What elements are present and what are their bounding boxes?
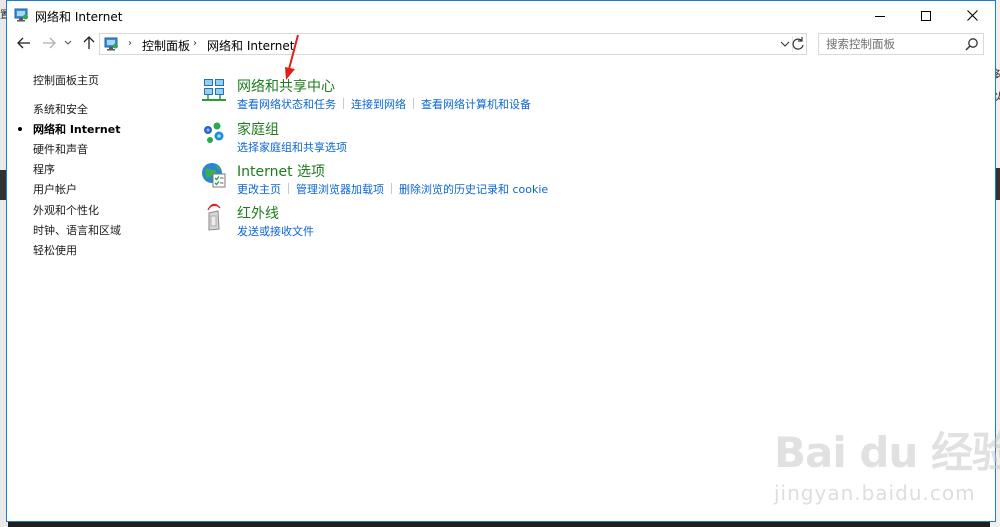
sidebar-item-ease-of-access[interactable]: 轻松使用 — [33, 242, 77, 258]
watermark-url: jingyan.baidu.com — [774, 481, 976, 505]
link-change-home-page[interactable]: 更改主页 — [237, 183, 281, 196]
maximize-button[interactable] — [903, 1, 949, 30]
divider — [413, 98, 414, 109]
breadcrumb-control-panel[interactable]: 控制面板 — [142, 37, 190, 54]
link-manage-add-ons[interactable]: 管理浏览器加载项 — [296, 183, 384, 196]
sidebar-item-hardware-sound[interactable]: 硬件和声音 — [33, 141, 88, 157]
arrow-right-icon — [43, 37, 56, 49]
watermark-logo: Bai du 经验 — [774, 428, 1000, 477]
link-homegroup-sharing-options[interactable]: 选择家庭组和共享选项 — [237, 141, 347, 154]
infrared-icon[interactable] — [200, 203, 228, 231]
search-box[interactable] — [818, 33, 984, 55]
link-delete-browsing-history[interactable]: 删除浏览的历史记录和 cookie — [399, 183, 548, 196]
back-button[interactable] — [15, 34, 33, 52]
divider — [288, 183, 289, 194]
address-bar[interactable]: › 控制面板 › 网络和 Internet — [99, 33, 807, 55]
network-center-icon[interactable] — [200, 76, 228, 104]
link-send-receive-files[interactable]: 发送或接收文件 — [237, 225, 314, 238]
homegroup-icon[interactable] — [200, 119, 228, 147]
divider — [343, 98, 344, 109]
current-item-bullet — [18, 127, 22, 131]
minimize-button[interactable] — [857, 1, 903, 30]
close-button[interactable] — [949, 1, 995, 30]
chevron-right-icon[interactable]: › — [128, 38, 132, 49]
title-bar[interactable]: 网络和 Internet — [7, 1, 995, 30]
sidebar-item-programs[interactable]: 程序 — [33, 161, 55, 177]
window-title: 网络和 Internet — [35, 10, 123, 24]
close-icon — [966, 10, 978, 21]
sidebar-item-user-accounts[interactable]: 用户帐户 — [33, 181, 77, 197]
sidebar: 控制面板主页 系统和安全 网络和 Internet 硬件和声音 程序 用户帐户 … — [7, 57, 187, 517]
sidebar-item-network-internet[interactable]: 网络和 Internet — [33, 121, 120, 137]
search-icon[interactable] — [965, 37, 979, 51]
category-title[interactable]: 红外线 — [237, 203, 279, 223]
chevron-right-icon[interactable]: › — [193, 38, 197, 49]
arrow-up-icon — [83, 36, 95, 49]
search-input[interactable] — [819, 34, 959, 54]
forward-button[interactable] — [40, 34, 58, 52]
link-view-network-computers[interactable]: 查看网络计算机和设备 — [421, 98, 531, 111]
link-connect-to-network[interactable]: 连接到网络 — [351, 98, 406, 111]
link-view-network-status[interactable]: 查看网络状态和任务 — [237, 98, 336, 111]
up-button[interactable] — [80, 34, 98, 52]
sidebar-item-home[interactable]: 控制面板主页 — [33, 72, 99, 88]
minimize-icon — [875, 15, 885, 17]
annotation-arrow — [285, 34, 299, 80]
divider — [391, 183, 392, 194]
refresh-icon[interactable] — [789, 35, 807, 53]
sidebar-item-clock-region[interactable]: 时钟、语言和区域 — [33, 222, 121, 238]
sidebar-item-appearance[interactable]: 外观和个性化 — [33, 202, 99, 218]
watermark: Bai du 经验 jingyan.baidu.com — [772, 419, 1000, 519]
category-title[interactable]: 家庭组 — [237, 119, 279, 139]
control-panel-icon — [14, 8, 28, 22]
control-panel-window: 网络和 Internet › 控制面板 › 网络和 Internet 搜索控制面… — [6, 0, 1000, 522]
arrow-left-icon — [17, 37, 30, 49]
internet-options-icon[interactable] — [200, 161, 228, 189]
sidebar-item-system-security[interactable]: 系统和安全 — [33, 101, 88, 117]
navigation-bar: › 控制面板 › 网络和 Internet — [7, 30, 995, 57]
maximize-icon — [921, 10, 931, 21]
category-title[interactable]: Internet 选项 — [237, 161, 325, 181]
chevron-down-icon — [64, 40, 72, 45]
recent-locations-button[interactable] — [62, 34, 74, 52]
control-panel-icon — [104, 37, 118, 51]
